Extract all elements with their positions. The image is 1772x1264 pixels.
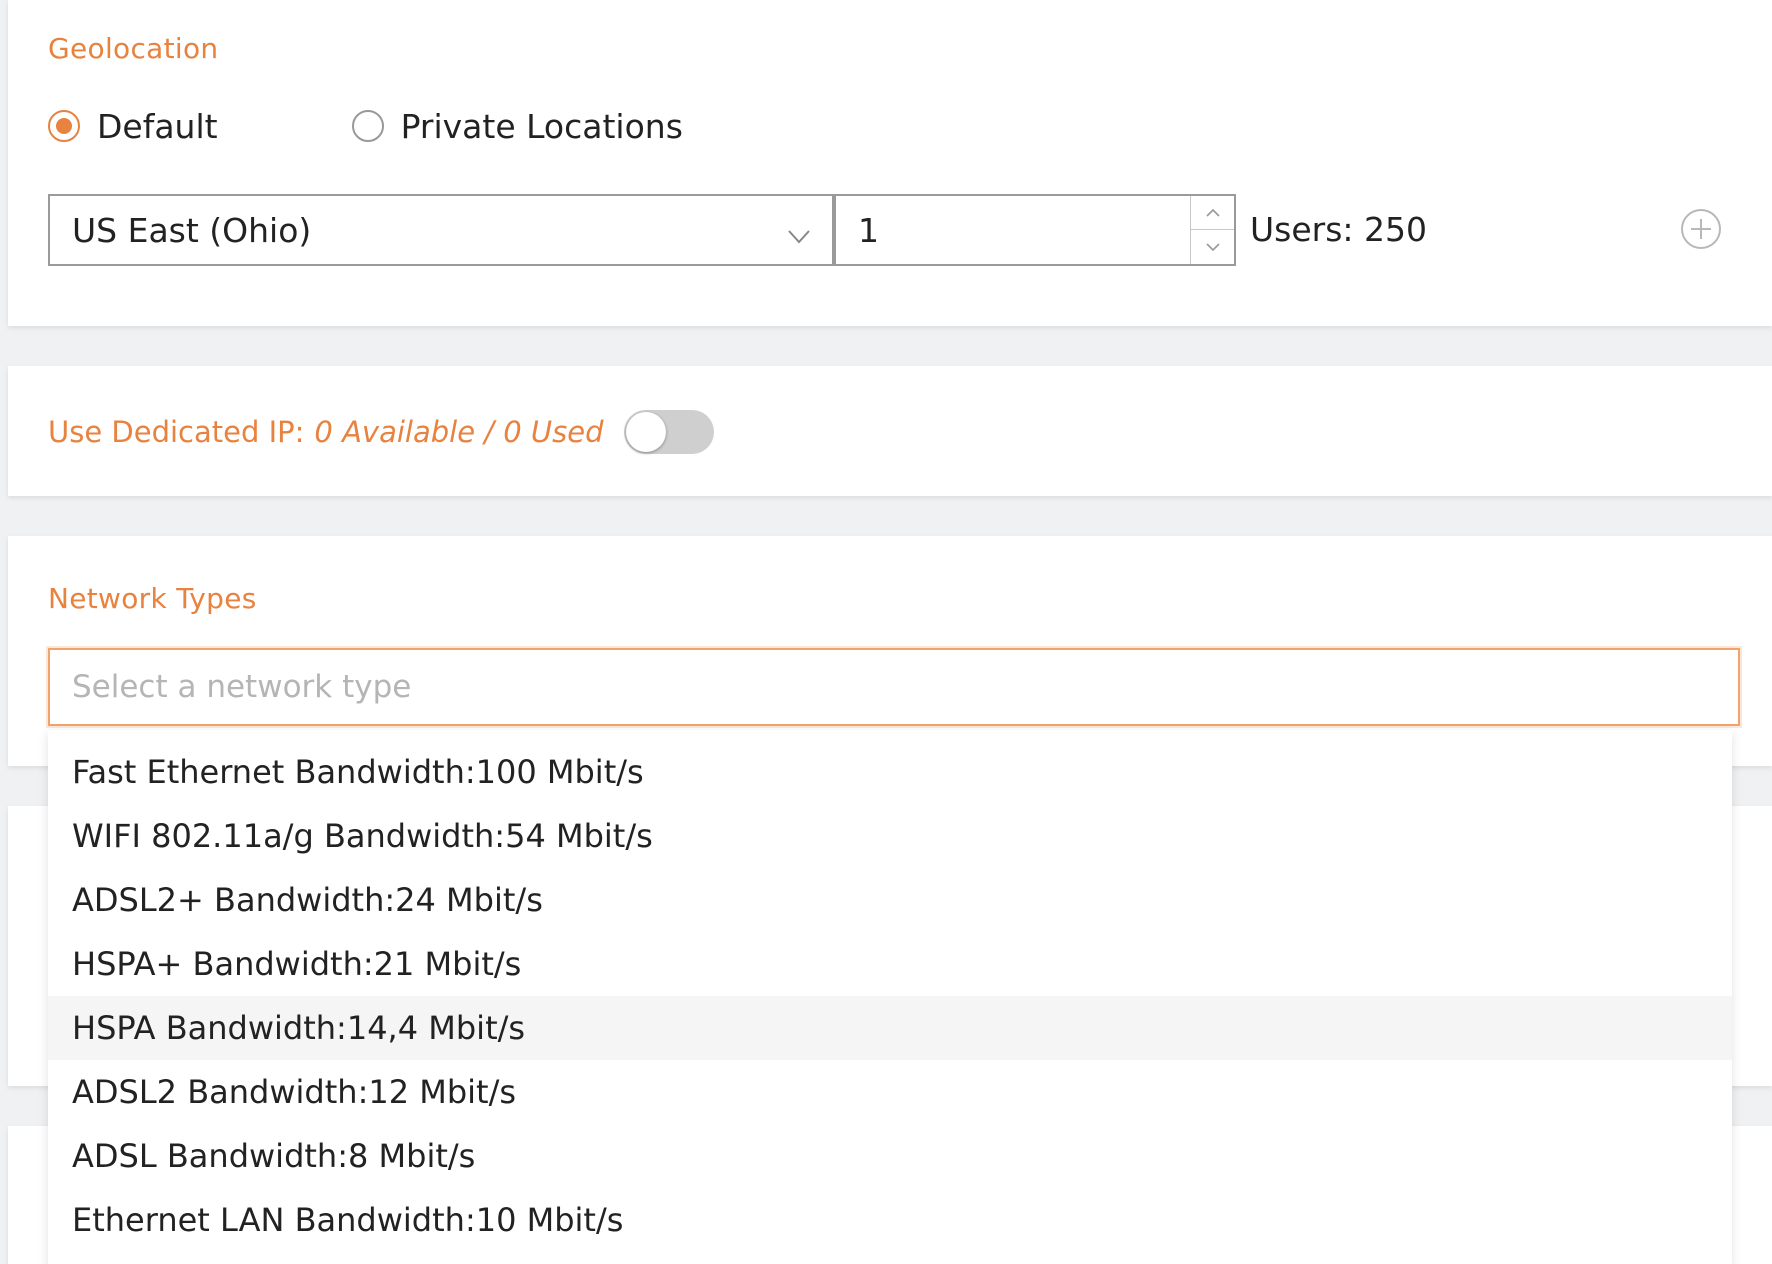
location-count-input[interactable]: 1 [834,194,1236,266]
dedicated-ip-card: Use Dedicated IP: 0 Available / 0 Used [8,366,1772,496]
chevron-down-icon [786,218,812,257]
plus-circle-icon [1681,209,1721,249]
network-type-input-wrapper [48,648,1740,726]
network-type-dropdown: Fast Ethernet Bandwidth:100 Mbit/s WIFI … [48,730,1732,1264]
dedicated-ip-toggle[interactable] [623,410,714,454]
geolocation-radio-group: Default Private Locations [48,106,683,146]
network-option-fast-ethernet[interactable]: Fast Ethernet Bandwidth:100 Mbit/s [48,740,1732,804]
dedicated-ip-row: Use Dedicated IP: 0 Available / 0 Used [48,410,714,454]
users-count-label: Users: 250 [1250,210,1428,249]
network-option-ethernet-lan[interactable]: Ethernet LAN Bandwidth:10 Mbit/s [48,1188,1732,1252]
step-up-button[interactable] [1191,196,1234,230]
dedicated-ip-label: Use Dedicated IP: [48,415,305,449]
location-select-value: US East (Ohio) [72,210,312,250]
network-types-title: Network Types [48,582,257,615]
network-option-adsl2[interactable]: ADSL2 Bandwidth:12 Mbit/s [48,1060,1732,1124]
location-count-value: 1 [858,210,879,250]
chevron-up-icon [1205,208,1220,217]
dedicated-ip-status: 0 Available / 0 Used [314,415,604,449]
location-select[interactable]: US East (Ohio) [48,194,834,266]
add-location-button[interactable] [1680,208,1722,254]
radio-checked-icon [48,110,80,142]
network-option-adsl2-plus[interactable]: ADSL2+ Bandwidth:24 Mbit/s [48,868,1732,932]
count-stepper [1190,196,1234,264]
network-option-wifi[interactable]: WIFI 802.11a/g Bandwidth:54 Mbit/s [48,804,1732,868]
toggle-knob [625,412,666,452]
network-option-adsl[interactable]: ADSL Bandwidth:8 Mbit/s [48,1124,1732,1188]
radio-unchecked-icon [351,110,384,142]
network-option-hspa-plus[interactable]: HSPA+ Bandwidth:21 Mbit/s [48,932,1732,996]
page: Geolocation Default Private Locations US… [0,0,1772,1264]
radio-private-locations[interactable]: Private Locations [351,106,683,146]
geolocation-card: Geolocation Default Private Locations US… [8,0,1772,326]
step-down-button[interactable] [1191,230,1234,264]
network-type-input[interactable] [72,650,1738,724]
geolocation-title: Geolocation [48,32,219,65]
radio-private-locations-label: Private Locations [400,106,683,146]
network-option-hspa[interactable]: HSPA Bandwidth:14,4 Mbit/s [48,996,1732,1060]
chevron-down-icon [1205,243,1220,252]
radio-default[interactable]: Default [48,107,218,146]
radio-default-label: Default [97,106,218,146]
